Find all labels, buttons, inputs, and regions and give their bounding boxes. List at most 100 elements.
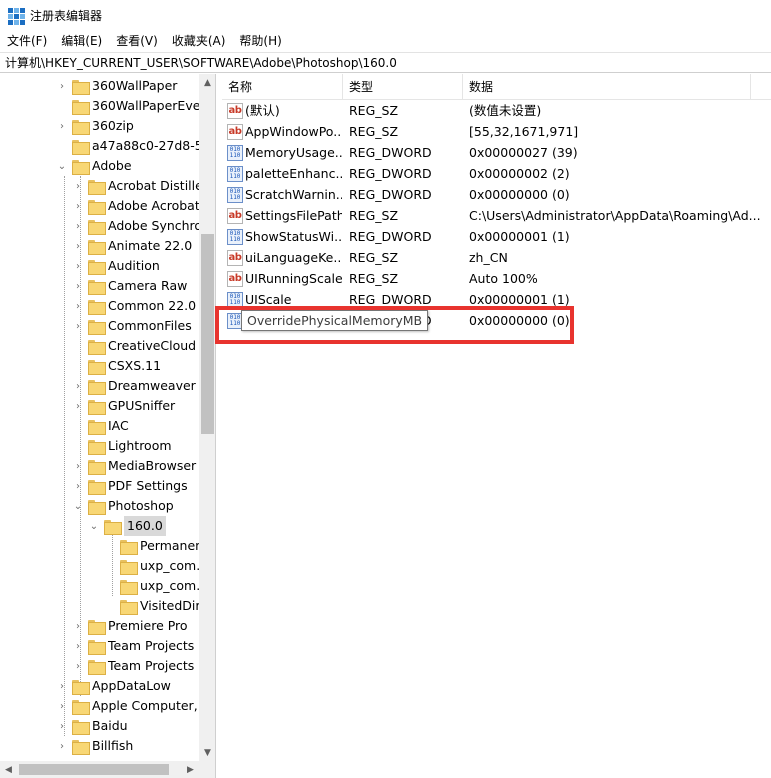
values-list[interactable]: 名称 类型 数据 ab (默认) REG_SZ (数值未设置) ab AppWindowP… (222, 74, 771, 778)
chevron-right-icon[interactable]: › (56, 736, 68, 756)
tree-node-label[interactable]: Billfish (92, 736, 133, 756)
tree-node-label[interactable]: Animate 22.0 (108, 236, 192, 256)
list-item[interactable]: ab uiLanguageKe... REG_SZ zh_CN (222, 247, 771, 268)
value-name-cell[interactable]: 010 110 paletteEnhanc... (227, 163, 342, 184)
tree-node-label[interactable]: Adobe (92, 156, 132, 176)
tree-node-label[interactable]: Audition (108, 256, 160, 276)
chevron-right-icon[interactable]: › (72, 176, 84, 196)
tree-vertical-scrollbar[interactable]: ▲ ▼ (199, 74, 215, 761)
chevron-right-icon[interactable]: › (72, 476, 84, 496)
list-item[interactable]: 010 110 ScratchWarnin... REG_DWORD 0x0000000… (222, 184, 771, 205)
value-name-cell[interactable]: ab (默认) (227, 100, 342, 121)
chevron-right-icon[interactable]: › (72, 616, 84, 636)
tree-node[interactable]: › Adobe Synchron (72, 216, 199, 236)
chevron-right-icon[interactable]: › (56, 76, 68, 96)
chevron-right-icon[interactable]: › (72, 656, 84, 676)
value-name-cell[interactable]: ab AppWindowPo... (227, 121, 342, 142)
column-type[interactable]: 类型 (343, 74, 463, 100)
menu-edit[interactable]: 编辑(E) (54, 31, 109, 51)
tree-node-label[interactable]: Photoshop (108, 496, 174, 516)
tree-node-label[interactable]: Common 22.0 (108, 296, 196, 316)
tree-node-label[interactable]: CommonFiles (108, 316, 192, 336)
tree-node[interactable]: IAC (72, 416, 129, 436)
chevron-right-icon[interactable]: › (72, 456, 84, 476)
tree-node[interactable]: › Audition (72, 256, 160, 276)
scroll-left-arrow-icon[interactable]: ◀ (0, 761, 17, 778)
chevron-down-icon[interactable]: ⌄ (88, 516, 100, 536)
tree-node-label[interactable]: Team Projects L (108, 656, 199, 676)
tree-node[interactable]: › 360WallPaper (56, 76, 177, 96)
tree-scroll-thumb[interactable] (201, 234, 214, 434)
tree-node[interactable]: › MediaBrowser (72, 456, 196, 476)
tree-horizontal-scrollbar[interactable]: ◀ ▶ (0, 761, 215, 778)
tree-node[interactable]: uxp_com.a (104, 576, 199, 596)
value-name-cell[interactable]: ab uiLanguageKe... (227, 247, 342, 268)
chevron-right-icon[interactable]: › (72, 316, 84, 336)
tree-node-label[interactable]: MediaBrowser (108, 456, 196, 476)
chevron-right-icon[interactable]: › (56, 116, 68, 136)
tree-node-label[interactable]: Premiere Pro (108, 616, 188, 636)
value-name-cell[interactable]: ab UIRunningScale (227, 268, 342, 289)
tree-node-label[interactable]: PDF Settings (108, 476, 188, 496)
tree-node[interactable]: CSXS.11 (72, 356, 161, 376)
tree-node[interactable]: › GPUSniffer (72, 396, 175, 416)
tree-node-label[interactable]: Adobe Acrobat (108, 196, 199, 216)
key-tree[interactable]: › 360WallPaper 360WallPaperEver › 360zip a47a… (0, 74, 199, 761)
tree-hscroll-thumb[interactable] (19, 764, 169, 775)
tree-node[interactable]: CreativeCloud (72, 336, 196, 356)
tree-node[interactable]: › Dreamweaver 2 (72, 376, 199, 396)
tree-node[interactable]: › CommonFiles (72, 316, 192, 336)
value-name-cell[interactable]: 010 110 ScratchWarnin... (227, 184, 342, 205)
chevron-right-icon[interactable]: › (56, 676, 68, 696)
chevron-right-icon[interactable]: › (72, 196, 84, 216)
tree-node[interactable]: › Apple Computer, I (56, 696, 199, 716)
tree-node[interactable]: › Acrobat Distiller (72, 176, 199, 196)
tree-node[interactable]: › PDF Settings (72, 476, 188, 496)
tree-node[interactable]: Permanen (104, 536, 199, 556)
chevron-down-icon[interactable]: ⌄ (72, 496, 84, 516)
tree-node-label[interactable]: uxp_com.a (140, 576, 199, 596)
tree-node-label[interactable]: 360WallPaperEver (92, 96, 199, 116)
tree-node-label[interactable]: IAC (108, 416, 129, 436)
tree-node[interactable]: ⌄ 160.0 (88, 516, 166, 536)
column-name[interactable]: 名称 (222, 74, 343, 100)
tree-node-label[interactable]: 360zip (92, 116, 134, 136)
tree-node-label[interactable]: Acrobat Distiller (108, 176, 199, 196)
tree-node[interactable]: 360WallPaperEver (56, 96, 199, 116)
address-bar[interactable]: 计算机\HKEY_CURRENT_USER\SOFTWARE\Adobe\Pho… (0, 52, 771, 73)
tree-node[interactable]: › 360zip (56, 116, 134, 136)
list-item[interactable]: ab AppWindowPo... REG_SZ [55,32,1671,971] (222, 121, 771, 142)
tree-node[interactable]: VisitedDirs (104, 596, 199, 616)
menu-file[interactable]: 文件(F) (0, 31, 54, 51)
address-path[interactable]: 计算机\HKEY_CURRENT_USER\SOFTWARE\Adobe\Pho… (5, 54, 397, 71)
chevron-right-icon[interactable]: › (72, 296, 84, 316)
list-item[interactable]: ab UIRunningScale REG_SZ Auto 100% (222, 268, 771, 289)
tree-node[interactable]: › Baidu (56, 716, 128, 736)
list-item[interactable]: 010 110 ShowStatusWi... REG_DWORD 0x00000001… (222, 226, 771, 247)
tree-node-label[interactable]: 360WallPaper (92, 76, 177, 96)
tree-node[interactable]: ⌄ Adobe (56, 156, 132, 176)
scroll-down-arrow-icon[interactable]: ▼ (199, 744, 215, 761)
tree-node[interactable]: › Team Projects L (72, 656, 199, 676)
tree-node-label[interactable]: CreativeCloud (108, 336, 196, 356)
list-item[interactable]: 010 110 MemoryUsage... REG_DWORD 0x00000027 … (222, 142, 771, 163)
chevron-right-icon[interactable]: › (72, 236, 84, 256)
tree-node-label[interactable]: Camera Raw (108, 276, 187, 296)
chevron-right-icon[interactable]: › (72, 216, 84, 236)
chevron-right-icon[interactable]: › (72, 376, 84, 396)
tree-node-label[interactable]: Baidu (92, 716, 128, 736)
tree-node-label[interactable]: Adobe Synchron (108, 216, 199, 236)
tree-node-label[interactable]: uxp_com.a (140, 556, 199, 576)
tree-node[interactable]: ⌄ Photoshop (72, 496, 174, 516)
tree-node-label[interactable]: Dreamweaver 2 (108, 376, 199, 396)
key-tree-pane[interactable]: › 360WallPaper 360WallPaperEver › 360zip a47a… (0, 74, 216, 778)
chevron-right-icon[interactable]: › (72, 636, 84, 656)
menu-view[interactable]: 查看(V) (109, 31, 165, 51)
tree-node[interactable]: › Animate 22.0 (72, 236, 192, 256)
tree-node[interactable]: › Common 22.0 (72, 296, 196, 316)
tree-node[interactable]: › AppDataLow (56, 676, 171, 696)
column-data[interactable]: 数据 (463, 74, 751, 100)
chevron-right-icon[interactable]: › (72, 276, 84, 296)
tree-node-label[interactable]: Permanen (140, 536, 199, 556)
tree-node-label[interactable]: VisitedDirs (140, 596, 199, 616)
